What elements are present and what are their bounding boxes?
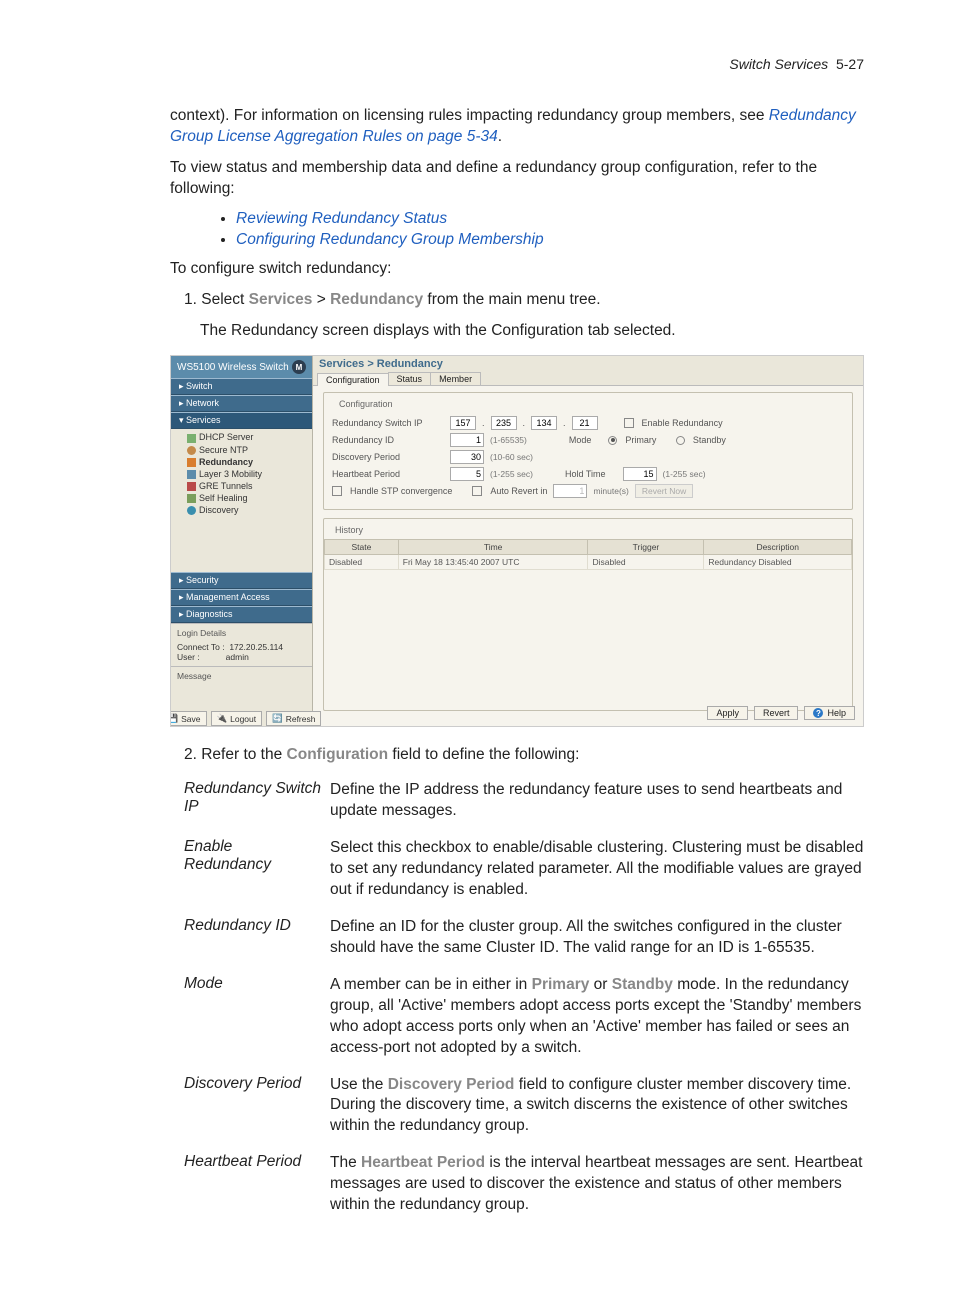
help-icon: ?	[813, 708, 823, 718]
def-body-rid: Define an ID for the cluster group. All …	[330, 917, 864, 959]
nav-network[interactable]: ▸ Network	[171, 395, 312, 412]
app-title-bar: WS5100 Wireless Switch M	[171, 356, 312, 378]
step-1-desc: The Redundancy screen displays with the …	[200, 321, 864, 342]
ip-octet-4[interactable]	[572, 416, 598, 430]
auto-revert-checkbox[interactable]	[472, 486, 482, 496]
ip-label: Redundancy Switch IP	[332, 418, 444, 428]
heartbeat-label: Heartbeat Period	[332, 469, 444, 479]
redundancy-id-input[interactable]	[450, 433, 484, 447]
def-term-rid: Redundancy ID	[184, 917, 330, 935]
link-review-status[interactable]: Reviewing Redundancy Status	[236, 210, 447, 227]
nav-item-gre[interactable]: GRE Tunnels	[187, 480, 312, 492]
nav-item-selfheal[interactable]: Self Healing	[187, 492, 312, 504]
page-header: Switch Services 5-27	[170, 56, 864, 72]
definition-list: Redundancy Switch IP Define the IP addre…	[184, 780, 864, 1216]
holdtime-input[interactable]	[623, 467, 657, 481]
auto-revert-input[interactable]	[553, 484, 587, 498]
id-label: Redundancy ID	[332, 435, 444, 445]
def-body-rsip: Define the IP address the redundancy fea…	[330, 780, 864, 822]
ip-octet-1[interactable]	[450, 416, 476, 430]
mode-primary-radio[interactable]	[608, 436, 617, 445]
tab-member[interactable]: Member	[430, 372, 481, 385]
ip-octet-3[interactable]	[531, 416, 557, 430]
apply-button[interactable]: Apply	[707, 706, 748, 720]
breadcrumb: Services > Redundancy	[313, 356, 863, 372]
nav-security[interactable]: ▸ Security	[171, 572, 312, 589]
ip-octet-2[interactable]	[491, 416, 517, 430]
def-body-mode: A member can be in either in Primary or …	[330, 975, 864, 1059]
nav-item-ntp[interactable]: Secure NTP	[187, 444, 312, 456]
page-number: 5-27	[836, 56, 864, 72]
discovery-input[interactable]	[450, 450, 484, 464]
tab-status[interactable]: Status	[388, 372, 432, 385]
def-body-enable: Select this checkbox to enable/disable c…	[330, 838, 864, 901]
para-context: context). For information on licensing r…	[170, 106, 864, 148]
def-term-rsip: Redundancy Switch IP	[184, 780, 330, 816]
chapter-title: Switch Services	[729, 56, 828, 72]
history-table: State Time Trigger Description Disabled …	[324, 539, 852, 570]
bullet-list: Reviewing Redundancy Status Configuring …	[196, 210, 864, 249]
nav-services[interactable]: ▾ Services	[171, 412, 312, 429]
configuration-fieldset: Configuration Redundancy Switch IP . . .…	[323, 392, 853, 510]
nav-services-sub: DHCP Server Secure NTP Redundancy Layer …	[171, 429, 312, 518]
brand-logo-icon: M	[292, 360, 306, 374]
stp-checkbox[interactable]	[332, 486, 342, 496]
def-term-hb: Heartbeat Period	[184, 1153, 330, 1171]
app-screenshot: WS5100 Wireless Switch M ▸ Switch ▸ Netw…	[170, 355, 864, 727]
mode-standby-radio[interactable]	[676, 436, 685, 445]
revert-button[interactable]: Revert	[754, 706, 799, 720]
def-body-hb: The Heartbeat Period is the interval hea…	[330, 1153, 864, 1216]
link-config-membership[interactable]: Configuring Redundancy Group Membership	[236, 231, 544, 248]
tab-bar: Configuration Status Member	[313, 372, 863, 386]
def-term-mode: Mode	[184, 975, 330, 993]
step-1: 1. Select Services > Redundancy from the…	[184, 290, 864, 311]
step-2: 2. Refer to the Configuration field to d…	[184, 745, 864, 766]
para-configure: To configure switch redundancy:	[170, 259, 864, 280]
nav-item-dhcp[interactable]: DHCP Server	[187, 431, 312, 443]
message-box: Message	[171, 666, 312, 707]
sidebar: WS5100 Wireless Switch M ▸ Switch ▸ Netw…	[171, 356, 313, 726]
history-fieldset: History State Time Trigger Description D…	[323, 518, 853, 711]
tab-configuration[interactable]: Configuration	[317, 373, 389, 386]
heartbeat-input[interactable]	[450, 467, 484, 481]
revert-now-button[interactable]: Revert Now	[635, 484, 693, 498]
para-view: To view status and membership data and d…	[170, 158, 864, 200]
enable-redundancy-checkbox[interactable]	[624, 418, 634, 428]
nav-item-l3mobility[interactable]: Layer 3 Mobility	[187, 468, 312, 480]
help-button[interactable]: ?Help	[804, 706, 855, 720]
nav-mgmt[interactable]: ▸ Management Access	[171, 589, 312, 606]
table-row: Disabled Fri May 18 13:45:40 2007 UTC Di…	[325, 555, 852, 570]
nav-diag[interactable]: ▸ Diagnostics	[171, 606, 312, 623]
login-details: Login Details Connect To : 172.20.25.114…	[171, 623, 312, 666]
nav-switch[interactable]: ▸ Switch	[171, 378, 312, 395]
def-body-disc: Use the Discovery Period field to config…	[330, 1075, 864, 1138]
action-bar: Apply Revert ?Help	[707, 706, 855, 720]
main-panel: Services > Redundancy Configuration Stat…	[313, 356, 863, 726]
logout-button[interactable]: 🔌 Logout	[211, 711, 263, 726]
discovery-label: Discovery Period	[332, 452, 444, 462]
save-button[interactable]: 💾 Save	[170, 711, 207, 726]
nav-item-discovery[interactable]: Discovery	[187, 504, 312, 516]
def-term-enable: Enable Redundancy	[184, 838, 330, 874]
def-term-disc: Discovery Period	[184, 1075, 330, 1093]
nav-item-redundancy[interactable]: Redundancy	[187, 456, 312, 468]
